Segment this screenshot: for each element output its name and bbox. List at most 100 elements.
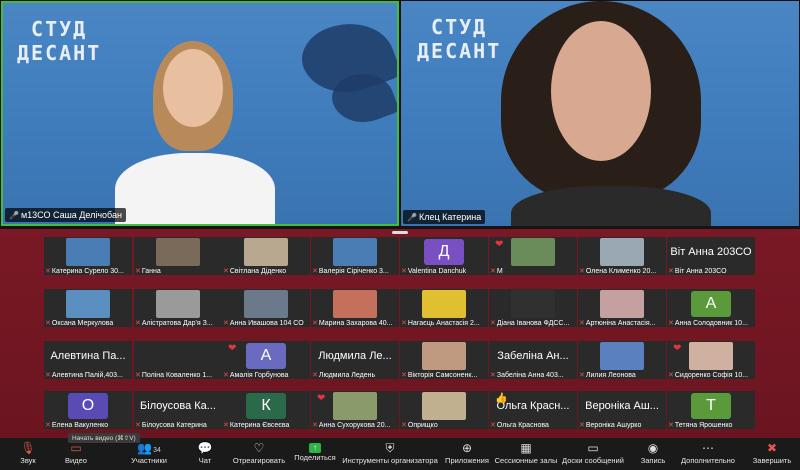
participant-name-large: Вероніка Аш...	[585, 400, 659, 412]
mic-off-icon: ✕	[312, 422, 318, 429]
participant-tile[interactable]: ✕Діана Іванова ФДСС...	[489, 289, 577, 327]
mic-off-icon: ✕	[223, 268, 229, 275]
participant-avatar: Д	[424, 239, 464, 265]
participant-tile[interactable]: ✕Катерина Сурело 30...	[44, 237, 132, 275]
participant-tile[interactable]: Алевтина Па... ✕Алевтина Палій,403...	[44, 341, 132, 379]
participant-video-thumbnail	[66, 290, 110, 318]
record-button[interactable]: ◉ Запись	[636, 440, 670, 470]
mic-off-icon: ✕	[401, 372, 407, 379]
whiteboards-button[interactable]: ▭ Доски сообщений	[562, 440, 624, 470]
participant-tile[interactable]: ❤ ✕Анна Сухорукова 20...	[311, 391, 399, 429]
participant-video-thumbnail	[66, 238, 110, 266]
mic-off-icon: ✕	[490, 320, 496, 327]
participant-name-label: ✕Забеліна Анна 403...	[490, 372, 564, 379]
react-button[interactable]: ♡ Отреагировать	[230, 440, 288, 470]
mic-off-icon: ✕	[312, 372, 318, 379]
participant-tile[interactable]: ❤ ✕М	[489, 237, 577, 275]
host-tools-button[interactable]: ⛨ Инструменты организатора	[340, 440, 440, 470]
close-icon: ✖	[766, 441, 778, 455]
participant-tile[interactable]: ✕Оприщко	[400, 391, 488, 429]
mic-off-icon: ✕	[579, 268, 585, 275]
participant-name-large: Забеліна Ан...	[497, 350, 569, 362]
participant-name-label: ✕Вероніка Ашурко	[579, 422, 642, 429]
participant-name-label: ✕Ольга Краснова	[490, 422, 549, 429]
participant-tile[interactable]: ✕Поліна Коваленко 1...	[134, 341, 222, 379]
gallery-strip: ✕Катерина Сурело 30... ✕Ганна ✕Світлана Ді…	[0, 229, 800, 438]
participant-avatar: К	[246, 393, 286, 419]
participant-name-label: ✕Алевтина Палій,403...	[45, 372, 123, 379]
participant-tile[interactable]: Вероніка Аш... ✕Вероніка Ашурко	[578, 391, 666, 429]
mic-off-icon: ✕	[223, 422, 229, 429]
participant-tile[interactable]: Віт Анна 203СО ✕Віт Анна 203СО	[667, 237, 755, 275]
zoom-meeting-window: СТУД ДЕСАНТ 🎤 м13СО Саша Делічобан СТУД Д…	[0, 0, 800, 470]
video-button[interactable]: ▭ Видео	[54, 440, 98, 470]
mic-off-icon: ✕	[579, 372, 585, 379]
participant-tile[interactable]: ✕Ганна	[134, 237, 222, 275]
mic-off-icon: ✕	[401, 268, 407, 275]
participant-tile[interactable]: Д ✕Valentina Danchuk	[400, 237, 488, 275]
participant-tile[interactable]: Ольга Красн... 👍 ✕Ольга Краснова	[489, 391, 577, 429]
participant-tile[interactable]: ✕Лилия Леонова	[578, 341, 666, 379]
chat-button[interactable]: 💬 Чат	[190, 440, 220, 470]
participant-name-label: ✕Світлана Діденко	[223, 268, 287, 275]
participant-name-large: Людмила Ле...	[318, 350, 392, 362]
audio-button[interactable]: 🎙 Звук	[6, 440, 50, 470]
participant-name-label: ✕Анна Ивашова 104 СО	[223, 320, 304, 327]
speaker-area: СТУД ДЕСАНТ 🎤 м13СО Саша Делічобан СТУД Д…	[0, 0, 800, 226]
speaker-video-left[interactable]: СТУД ДЕСАНТ 🎤 м13СО Саша Делічобан	[1, 1, 399, 226]
share-button[interactable]: ↑ Поделиться	[292, 440, 338, 470]
participant-tile[interactable]: ✕Оксана Меркулова	[44, 289, 132, 327]
participant-tile[interactable]: ✕Валерія Сіріченко 3...	[311, 237, 399, 275]
end-meeting-button[interactable]: ✖ Завершить	[750, 440, 794, 470]
participant-name-label: ✕Алістратова Дар'я З...	[135, 320, 213, 327]
participant-tile[interactable]: ✕Олена Клименко 20...	[578, 237, 666, 275]
participant-name-label: ✕Олена Клименко 20...	[579, 268, 657, 275]
mic-off-icon: ✕	[312, 320, 318, 327]
participant-tile[interactable]: Людмила Ле... ✕Людмила Ледень	[311, 341, 399, 379]
participant-tile[interactable]: ✕Марина Захарова 40...	[311, 289, 399, 327]
participant-tile[interactable]: ✕Нагаєць Анастасія 2...	[400, 289, 488, 327]
participant-tile[interactable]: Забеліна Ан... ✕Забеліна Анна 403...	[489, 341, 577, 379]
participant-tile[interactable]: Білоусова Ка... ✕Білоусова Катерина	[134, 391, 222, 429]
mic-off-icon: ✕	[579, 422, 585, 429]
participant-tile[interactable]: ✕Вікторія Самсоненк...	[400, 341, 488, 379]
mic-off-icon: ✕	[223, 320, 229, 327]
chat-icon: 💬	[197, 441, 213, 455]
heart-icon: ♡	[253, 441, 265, 455]
participant-video-thumbnail	[422, 392, 466, 420]
participant-tile[interactable]: А ✕Анна Солодовник 10...	[667, 289, 755, 327]
breakout-rooms-button[interactable]: ▦ Сессионные залы	[494, 440, 558, 470]
mic-off-icon: ✕	[401, 320, 407, 327]
participant-name-label: ✕Оприщко	[401, 422, 438, 429]
participant-tile[interactable]: ❤ ✕Сидоренко Софія 10...	[667, 341, 755, 379]
whiteboard-icon: ▭	[587, 441, 599, 455]
mic-off-icon: ✕	[223, 372, 229, 379]
speaker-name-tag: 🎤 м13СО Саша Делічобан	[5, 208, 126, 222]
mic-off-icon: 🎤	[9, 211, 19, 220]
participant-tile[interactable]: К ✕Катерина Євсеєва	[222, 391, 310, 429]
participant-name-label: ✕Анна Сухорукова 20...	[312, 422, 391, 429]
participant-name-label: ✕Тетяна Ярошенко	[668, 422, 733, 429]
participant-tile[interactable]: А ❤ ✕Амалія Горбунова	[222, 341, 310, 379]
participant-name-label: ✕Елена Вакуленко	[45, 422, 109, 429]
speaker-video-right[interactable]: СТУД ДЕСАНТ 🎤 Клец Катерина	[401, 1, 799, 226]
participant-name-label: ✕Valentina Danchuk	[401, 268, 467, 275]
participant-name-label: ✕Ганна	[135, 268, 161, 275]
participant-name-label: ✕Людмила Ледень	[312, 372, 376, 379]
more-button[interactable]: ⋯ Дополнительно	[680, 440, 736, 470]
resize-handle[interactable]	[392, 231, 408, 234]
participant-name-label: ✕Оксана Меркулова	[45, 320, 114, 327]
participants-button[interactable]: 👥34 Участники	[124, 440, 174, 470]
apps-button[interactable]: ⊕ Приложения	[444, 440, 490, 470]
share-screen-icon: ↑	[309, 443, 321, 453]
participant-tile[interactable]: О ✕Елена Вакуленко	[44, 391, 132, 429]
participant-name-label: ✕Анна Солодовник 10...	[668, 320, 748, 327]
mic-off-icon: ✕	[668, 372, 674, 379]
participant-tile[interactable]: ✕Алістратова Дар'я З...	[134, 289, 222, 327]
participant-tile[interactable]: ✕Світлана Діденко	[222, 237, 310, 275]
participant-tile[interactable]: ✕Артюніна Анастасія...	[578, 289, 666, 327]
participant-tile[interactable]: ✕Анна Ивашова 104 СО	[222, 289, 310, 327]
participant-tile[interactable]: Т ✕Тетяна Ярошенко	[667, 391, 755, 429]
participant-video-thumbnail	[333, 392, 377, 420]
mic-off-icon: ✕	[45, 320, 51, 327]
